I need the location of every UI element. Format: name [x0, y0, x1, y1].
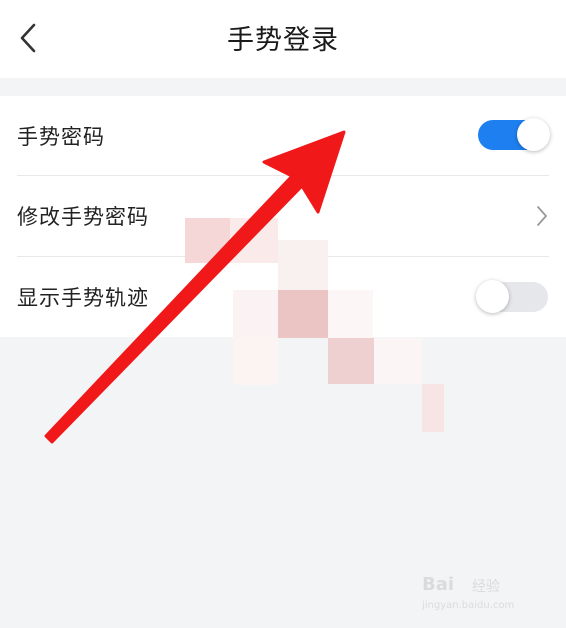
setting-row-gesture-password: 手势密码: [0, 96, 566, 176]
toggle-knob: [476, 280, 509, 313]
gesture-password-toggle[interactable]: [478, 118, 550, 151]
toggle-knob: [517, 118, 550, 151]
watermark-brand: Bai: [422, 574, 455, 595]
baidu-watermark: Bai 经验 jingyan.baidu.com: [422, 574, 540, 618]
page-title: 手势登录: [227, 25, 339, 56]
setting-row-modify-gesture-password[interactable]: 修改手势密码: [0, 176, 566, 256]
watermark-url: jingyan.baidu.com: [422, 600, 515, 611]
chevron-right-icon: [532, 203, 552, 229]
settings-list: 手势密码 修改手势密码 显示手势轨迹: [0, 96, 566, 337]
show-gesture-trail-toggle[interactable]: [476, 280, 548, 313]
section-gap: [0, 78, 566, 96]
header-bar: 手势登录: [0, 0, 566, 78]
setting-label-gesture-password: 手势密码: [17, 125, 105, 149]
setting-label-modify-gesture-password: 修改手势密码: [17, 205, 149, 229]
watermark-sub: 经验: [472, 579, 500, 595]
setting-row-show-gesture-trail: 显示手势轨迹: [0, 257, 566, 337]
setting-label-show-gesture-trail: 显示手势轨迹: [17, 286, 149, 310]
